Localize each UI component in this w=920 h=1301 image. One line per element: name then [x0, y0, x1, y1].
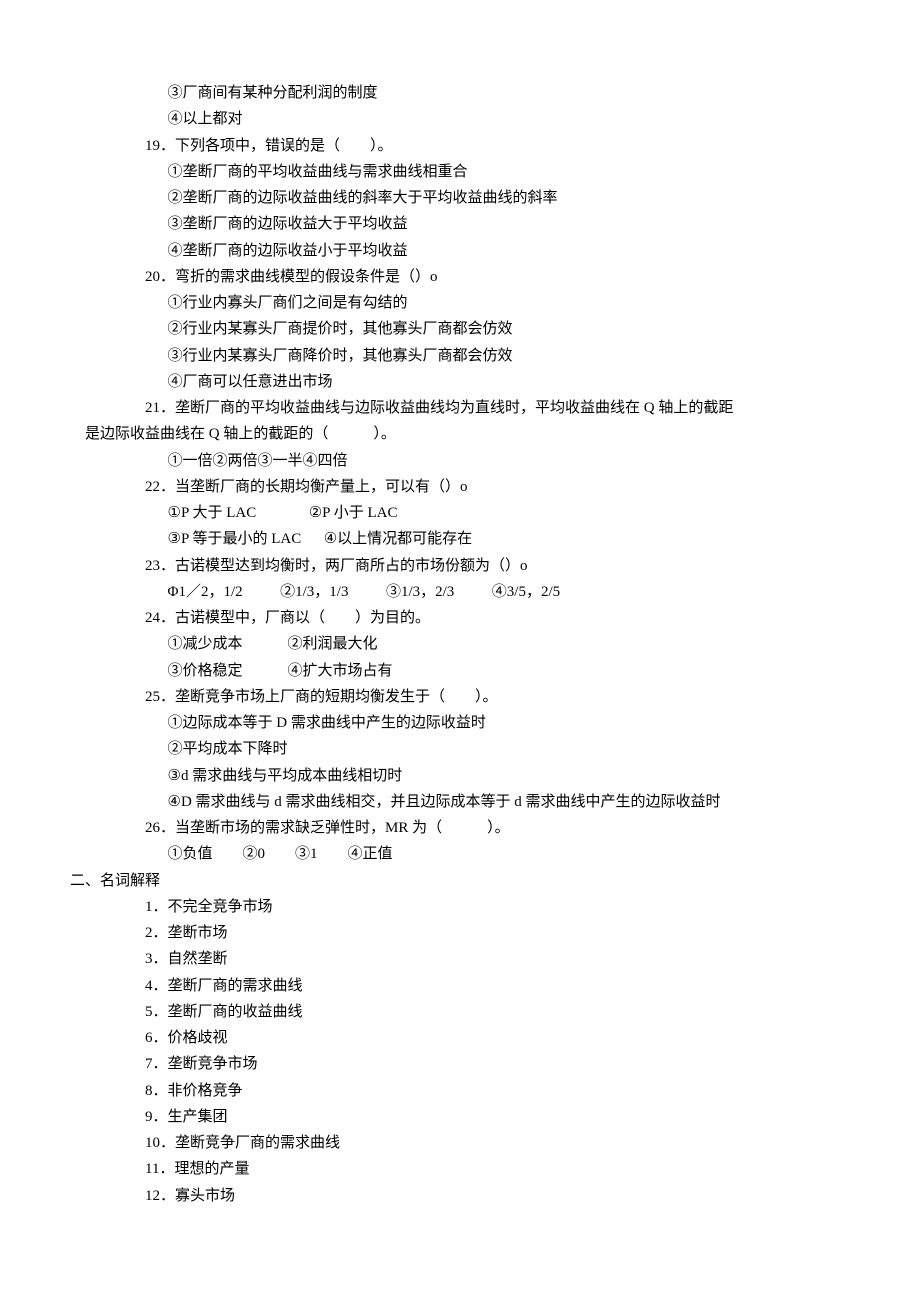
q18-option-3: ③厂商间有某种分配利润的制度	[70, 80, 850, 106]
q18-option-4: ④以上都对	[70, 106, 850, 132]
q25-stem: 25．垄断竞争市场上厂商的短期均衡发生于（ ）。	[70, 684, 850, 710]
q22-options-row1: ①P 大于 LAC ②P 小于 LAC	[70, 500, 850, 526]
document-content: ③厂商间有某种分配利润的制度 ④以上都对 19．下列各项中，错误的是（ ）。 ①…	[70, 80, 850, 1209]
q26-options: ①负值 ②0 ③1 ④正值	[70, 841, 850, 867]
q20-stem: 20．弯折的需求曲线模型的假设条件是（）o	[70, 264, 850, 290]
term-item: 5．垄断厂商的收益曲线	[70, 999, 850, 1025]
q19-option-2: ②垄断厂商的边际收益曲线的斜率大于平均收益曲线的斜率	[70, 185, 850, 211]
q24-options-row2: ③价格稳定 ④扩大市场占有	[70, 658, 850, 684]
q24-stem: 24．古诺模型中，厂商以（ ）为目的。	[70, 605, 850, 631]
q25-option-2: ②平均成本下降时	[70, 736, 850, 762]
q22-stem: 22．当垄断厂商的长期均衡产量上，可以有（）o	[70, 474, 850, 500]
q23-stem: 23．古诺模型达到均衡时，两厂商所占的市场份额为（）o	[70, 553, 850, 579]
term-item: 3．自然垄断	[70, 946, 850, 972]
q19-stem: 19．下列各项中，错误的是（ ）。	[70, 133, 850, 159]
term-item: 2．垄断市场	[70, 920, 850, 946]
term-item: 1．不完全竞争市场	[70, 894, 850, 920]
q20-option-1: ①行业内寡头厂商们之间是有勾结的	[70, 290, 850, 316]
q23-options: Φ1／2，1/2 ②1/3，1/3 ③1/3，2/3 ④3/5，2/5	[70, 579, 850, 605]
term-item: 12．寡头市场	[70, 1183, 850, 1209]
q20-option-3: ③行业内某寡头厂商降价时，其他寡头厂商都会仿效	[70, 343, 850, 369]
q22-options-row2: ③P 等于最小的 LAC ④以上情况都可能存在	[70, 526, 850, 552]
term-item: 9．生产集团	[70, 1104, 850, 1130]
q21-options: ①一倍②两倍③一半④四倍	[70, 448, 850, 474]
term-item: 10．垄断竞争厂商的需求曲线	[70, 1130, 850, 1156]
q25-option-4: ④D 需求曲线与 d 需求曲线相交，并且边际成本等于 d 需求曲线中产生的边际收…	[70, 789, 850, 815]
section-2-header: 二、名词解释	[70, 868, 850, 894]
q20-option-4: ④厂商可以任意进出市场	[70, 369, 850, 395]
term-item: 8．非价格竞争	[70, 1078, 850, 1104]
q20-option-2: ②行业内某寡头厂商提价时，其他寡头厂商都会仿效	[70, 316, 850, 342]
q24-options-row1: ①减少成本 ②利润最大化	[70, 631, 850, 657]
q19-option-3: ③垄断厂商的边际收益大于平均收益	[70, 211, 850, 237]
q25-option-3: ③d 需求曲线与平均成本曲线相切时	[70, 763, 850, 789]
q19-option-1: ①垄断厂商的平均收益曲线与需求曲线相重合	[70, 159, 850, 185]
term-item: 11．理想的产量	[70, 1156, 850, 1182]
term-item: 4．垄断厂商的需求曲线	[70, 973, 850, 999]
term-item: 7．垄断竞争市场	[70, 1051, 850, 1077]
q25-option-1: ①边际成本等于 D 需求曲线中产生的边际收益时	[70, 710, 850, 736]
q21-stem-line2: 是边际收益曲线在 Q 轴上的截距的（ ）。	[70, 421, 850, 447]
q21-stem-line1: 21．垄断厂商的平均收益曲线与边际收益曲线均为直线时，平均收益曲线在 Q 轴上的…	[70, 395, 850, 421]
term-item: 6．价格歧视	[70, 1025, 850, 1051]
q19-option-4: ④垄断厂商的边际收益小于平均收益	[70, 238, 850, 264]
q26-stem: 26．当垄断市场的需求缺乏弹性时，MR 为（ ）。	[70, 815, 850, 841]
